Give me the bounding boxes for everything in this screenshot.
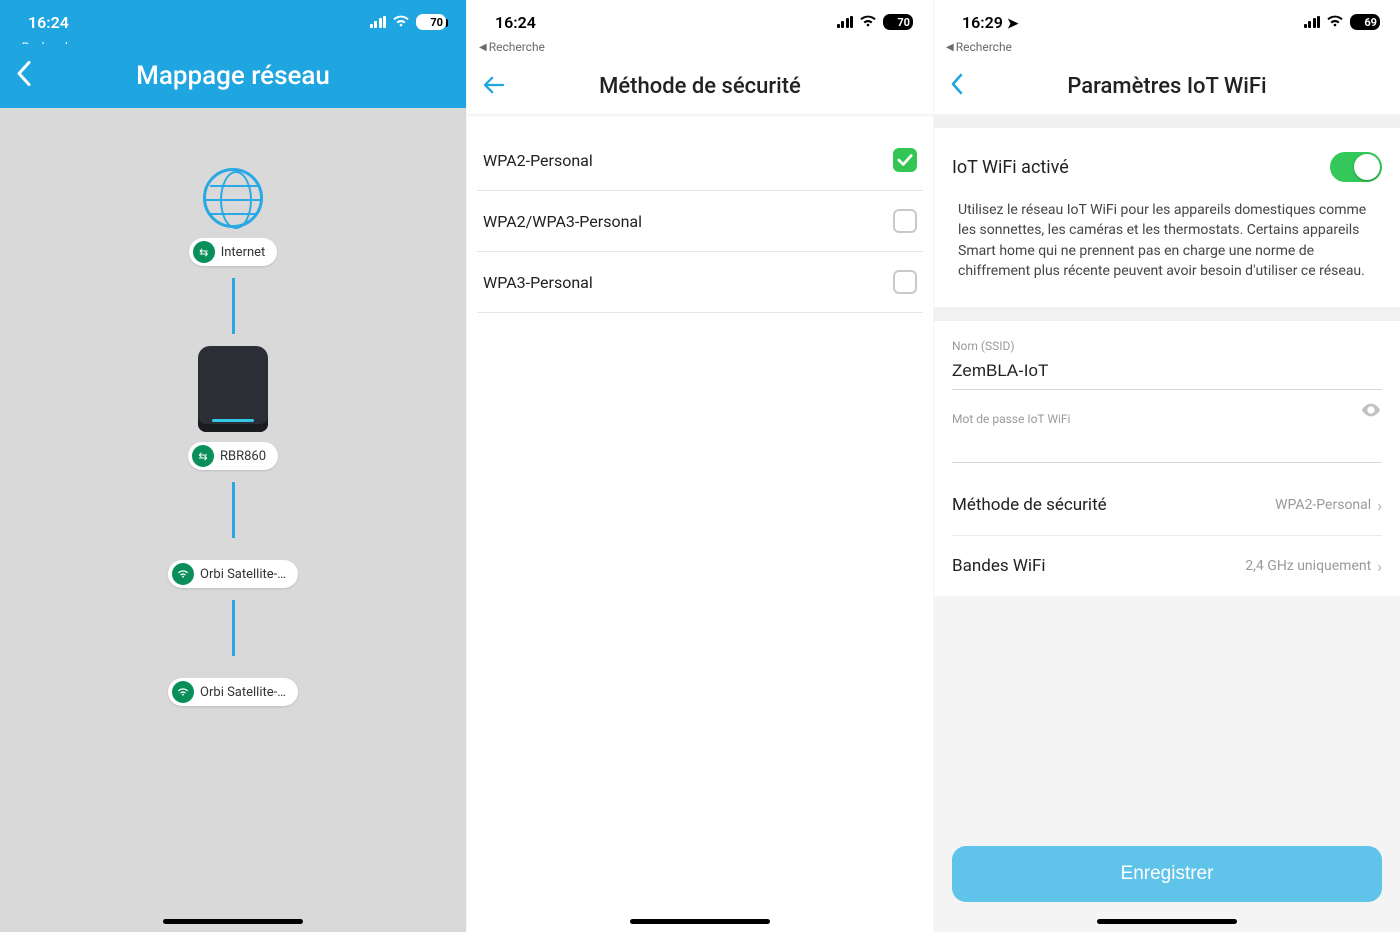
- nav-header: Paramètres IoT WiFi: [934, 58, 1400, 114]
- battery-icon: 70: [883, 14, 913, 30]
- status-right: 70: [837, 14, 914, 31]
- chevron-right-icon: ›: [1377, 496, 1382, 515]
- status-bar: 16:24 70: [0, 0, 466, 44]
- option-label: WPA2-Personal: [483, 151, 593, 170]
- cellular-icon: [837, 16, 854, 28]
- node-satellite-1-label: Orbi Satellite-…: [200, 567, 286, 582]
- security-method-row[interactable]: Méthode de sécurité WPA2-Personal ›: [952, 475, 1382, 536]
- back-to-search[interactable]: ◀ Recherche: [946, 40, 1012, 54]
- ssid-input[interactable]: [952, 357, 1382, 390]
- nav-header: Mappage réseau: [0, 44, 466, 108]
- wifi-mini-icon: [172, 681, 194, 703]
- security-option-list: WPA2-Personal WPA2/WPA3-Personal WPA3-Pe…: [467, 114, 933, 313]
- chevron-right-icon: ›: [1377, 557, 1382, 576]
- wifi-icon: [392, 14, 410, 31]
- node-router[interactable]: ⇆ RBR860: [188, 442, 278, 470]
- home-indicator[interactable]: [1097, 919, 1237, 924]
- link-icon: ⇆: [193, 241, 215, 263]
- security-option-wpa2[interactable]: WPA2-Personal: [477, 130, 923, 191]
- ssid-label: Nom (SSID): [952, 339, 1382, 353]
- status-time: 16:29➤: [962, 13, 1019, 32]
- back-chevron-icon[interactable]: [950, 73, 964, 99]
- globe-icon: [203, 168, 263, 228]
- page-title: Paramètres IoT WiFi: [1067, 74, 1266, 99]
- password-input[interactable]: [952, 430, 1382, 463]
- wifi-icon: [859, 14, 877, 31]
- nav-header: Méthode de sécurité: [467, 58, 933, 114]
- ssid-field: Nom (SSID): [952, 321, 1382, 394]
- status-bar: 16:24 70: [467, 0, 933, 44]
- page-title: Mappage réseau: [136, 61, 330, 91]
- back-triangle-icon: ◀: [479, 42, 487, 53]
- security-option-wpa2wpa3[interactable]: WPA2/WPA3-Personal: [477, 191, 923, 252]
- cellular-icon: [370, 16, 387, 28]
- security-method-value: WPA2-Personal: [1275, 497, 1371, 513]
- back-triangle-icon: ◀: [946, 42, 954, 53]
- status-right: 70: [370, 14, 447, 31]
- security-option-wpa3[interactable]: WPA3-Personal: [477, 252, 923, 313]
- option-label: WPA2/WPA3-Personal: [483, 212, 642, 231]
- node-satellite-1[interactable]: Orbi Satellite-…: [168, 560, 298, 588]
- section-gap: [934, 114, 1400, 128]
- back-to-search-label: Recherche: [956, 40, 1012, 54]
- wifi-bands-row[interactable]: Bandes WiFi 2,4 GHz uniquement ›: [952, 536, 1382, 596]
- page-title: Méthode de sécurité: [599, 74, 801, 99]
- node-internet[interactable]: ⇆ Internet: [189, 238, 278, 266]
- option-label: WPA3-Personal: [483, 273, 593, 292]
- node-internet-label: Internet: [221, 245, 266, 260]
- connection-line: [232, 482, 235, 538]
- wifi-mini-icon: [172, 563, 194, 585]
- password-field: Mot de passe IoT WiFi: [952, 394, 1382, 467]
- location-icon: ➤: [1007, 16, 1019, 32]
- back-chevron-icon[interactable]: [16, 61, 32, 92]
- eye-icon[interactable]: [1360, 402, 1382, 423]
- node-satellite-2[interactable]: Orbi Satellite-…: [168, 678, 298, 706]
- back-to-search[interactable]: ◀ Recherche: [479, 40, 545, 54]
- iot-wifi-toggle-row: IoT WiFi activé: [952, 128, 1382, 192]
- home-indicator[interactable]: [630, 919, 770, 924]
- battery-icon: 70: [416, 14, 446, 30]
- link-icon: ⇆: [192, 445, 214, 467]
- back-arrow-icon[interactable]: [483, 74, 505, 98]
- battery-icon: 69: [1350, 14, 1380, 30]
- connection-line: [232, 278, 235, 334]
- home-indicator[interactable]: [163, 919, 303, 924]
- node-router-label: RBR860: [220, 449, 266, 464]
- checkbox-unchecked-icon[interactable]: [893, 270, 917, 294]
- status-bar: 16:29➤ 69: [934, 0, 1400, 44]
- cellular-icon: [1304, 16, 1321, 28]
- security-method-label: Méthode de sécurité: [952, 495, 1107, 515]
- checkbox-unchecked-icon[interactable]: [893, 209, 917, 233]
- network-map: ⇆ Internet ⇆ RBR860 Orbi Satellite-… Orb…: [0, 108, 466, 706]
- checkbox-checked-icon[interactable]: [893, 148, 917, 172]
- iot-wifi-description: Utilisez le réseau IoT WiFi pour les app…: [952, 192, 1382, 307]
- status-time: 16:24: [495, 13, 536, 32]
- section-gap: [934, 307, 1400, 321]
- wifi-icon: [1326, 14, 1344, 31]
- status-time: 16:24: [28, 13, 69, 32]
- password-label: Mot de passe IoT WiFi: [952, 412, 1382, 426]
- router-icon: [198, 346, 268, 432]
- connection-line: [232, 600, 235, 656]
- save-button[interactable]: Enregistrer: [952, 846, 1382, 902]
- status-right: 69: [1304, 14, 1381, 31]
- node-satellite-2-label: Orbi Satellite-…: [200, 685, 286, 700]
- iot-wifi-toggle-label: IoT WiFi activé: [952, 157, 1069, 178]
- back-to-search-label: Recherche: [489, 40, 545, 54]
- iot-wifi-toggle[interactable]: [1330, 152, 1382, 182]
- wifi-bands-value: 2,4 GHz uniquement: [1245, 558, 1371, 574]
- wifi-bands-label: Bandes WiFi: [952, 556, 1046, 576]
